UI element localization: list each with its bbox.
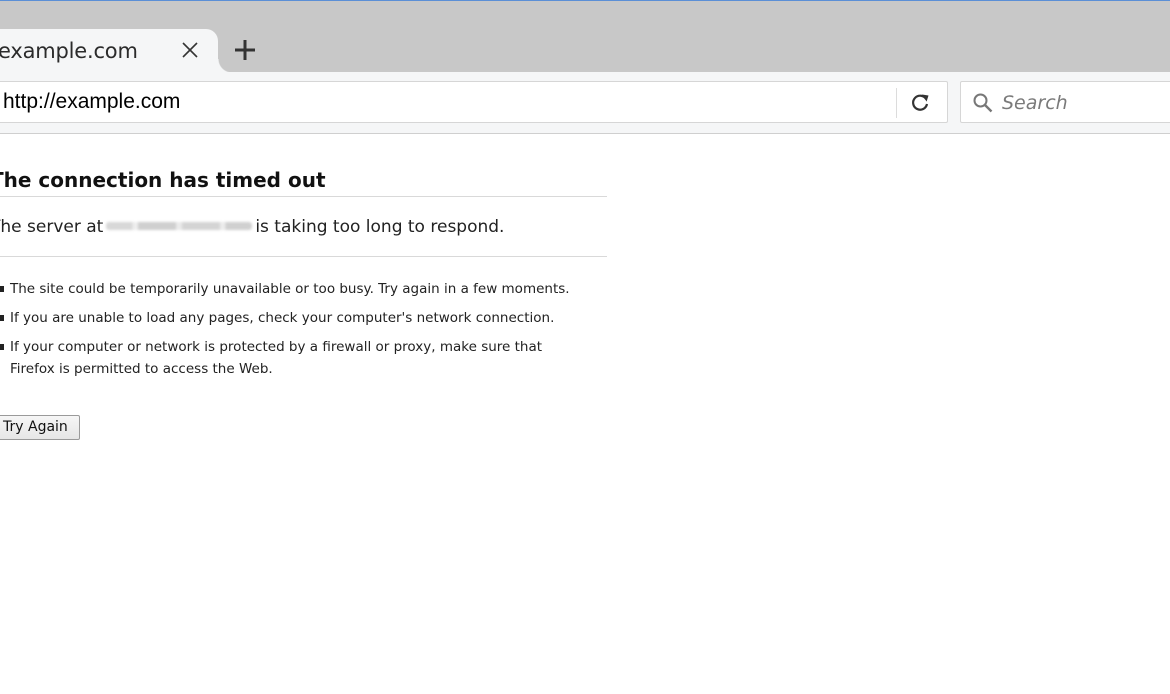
tab-strip: example.com: [0, 1, 1170, 73]
title-divider: [0, 196, 607, 197]
error-description: The server at is taking too long to respo…: [0, 217, 504, 237]
url-text[interactable]: http://example.com: [3, 90, 180, 114]
close-icon[interactable]: [178, 38, 202, 62]
error-description-suffix: is taking too long to respond.: [255, 217, 505, 237]
list-item: If your computer or network is protected…: [0, 336, 580, 380]
reload-icon[interactable]: [909, 92, 931, 114]
url-bar[interactable]: http://example.com: [0, 81, 948, 123]
list-item: If you are unable to load any pages, che…: [0, 307, 580, 329]
error-description-prefix: The server at: [0, 217, 104, 237]
error-title: The connection has timed out: [0, 168, 326, 192]
search-input[interactable]: Search: [1002, 92, 1068, 114]
tab-title: example.com: [0, 39, 138, 63]
search-bar[interactable]: Search: [960, 81, 1170, 123]
list-item: The site could be temporarily unavailabl…: [0, 278, 580, 300]
try-again-button[interactable]: Try Again: [0, 415, 80, 440]
url-bar-divider: [896, 88, 897, 118]
description-divider: [0, 256, 607, 257]
search-icon: [972, 92, 994, 114]
error-page: The connection has timed out The server …: [0, 134, 1170, 694]
plus-icon[interactable]: [230, 35, 260, 65]
tab-active[interactable]: example.com: [0, 29, 232, 73]
suggestion-list: The site could be temporarily unavailabl…: [0, 278, 580, 387]
navigation-bar: http://example.com Search: [0, 72, 1170, 134]
redacted-hostname: [106, 222, 253, 230]
